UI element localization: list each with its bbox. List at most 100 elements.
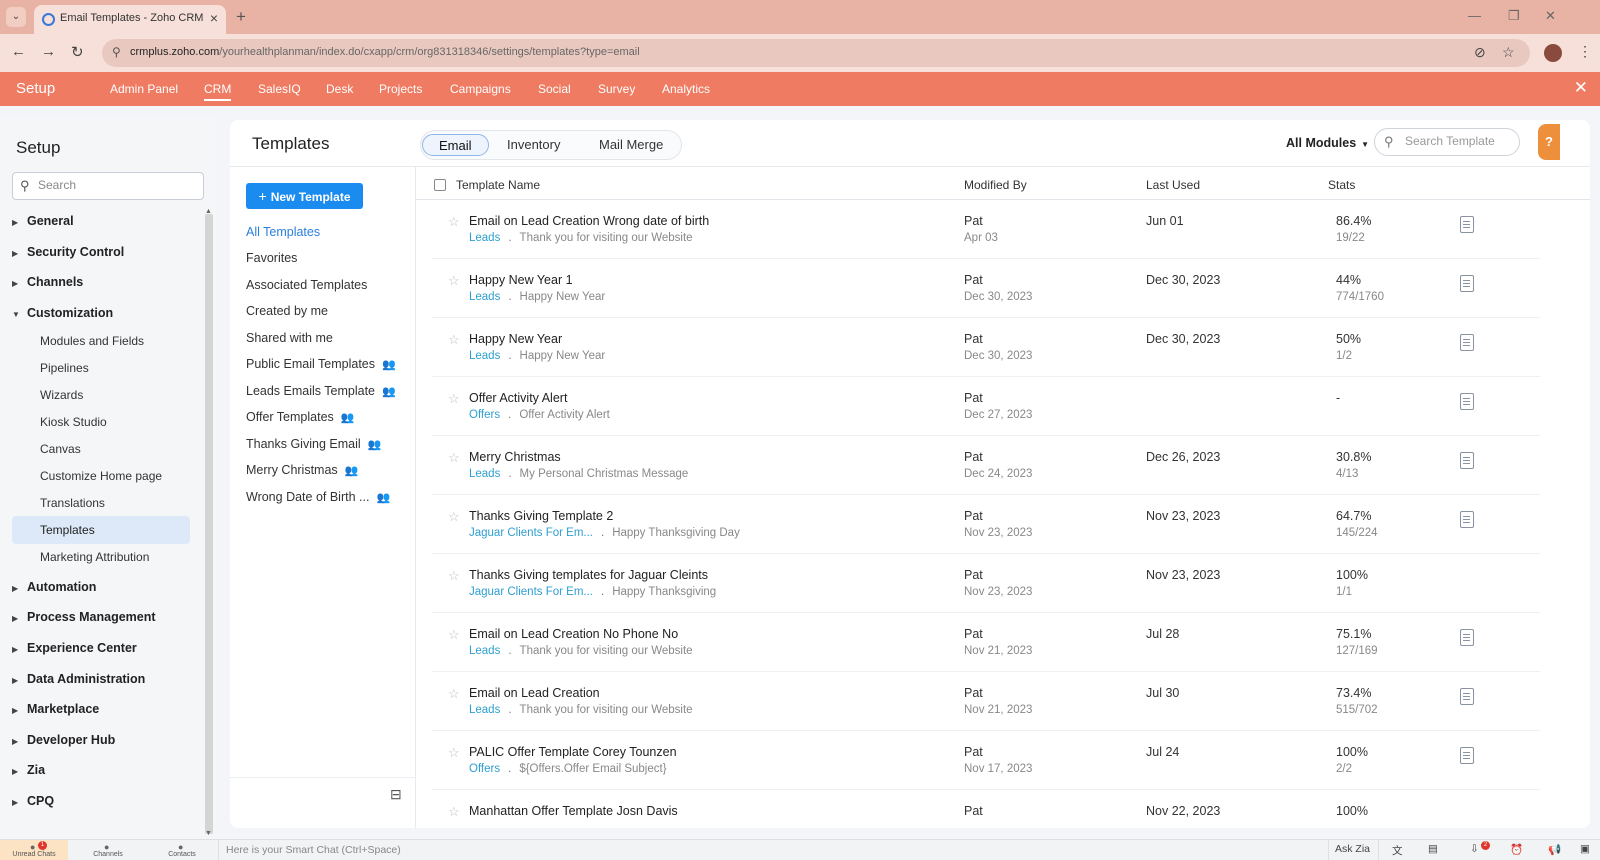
col-stats[interactable]: Stats: [1328, 178, 1355, 192]
favorite-star-icon[interactable]: ☆: [448, 745, 460, 761]
restore-icon[interactable]: ❐: [1508, 8, 1520, 24]
template-stats-report-icon[interactable]: [1460, 334, 1474, 351]
favorite-star-icon[interactable]: ☆: [448, 214, 460, 230]
nav-salesiq[interactable]: SalesIQ: [258, 82, 301, 96]
template-stats-report-icon[interactable]: [1460, 393, 1474, 410]
notes-icon[interactable]: ▤: [1428, 843, 1438, 855]
sidebar-scrollbar[interactable]: [205, 214, 213, 834]
favorite-star-icon[interactable]: ☆: [448, 686, 460, 702]
folder-associated-templates[interactable]: Associated Templates: [246, 278, 367, 292]
table-row[interactable]: ☆ Thanks Giving Template 2 Jaguar Client…: [432, 495, 1540, 554]
table-row[interactable]: ☆ Merry Christmas Leads. My Personal Chri…: [432, 436, 1540, 495]
template-stats-report-icon[interactable]: [1460, 688, 1474, 705]
table-row[interactable]: ☆ Email on Lead Creation Wrong date of b…: [432, 200, 1540, 259]
downloads-icon[interactable]: ⇩: [1470, 843, 1479, 855]
col-template-name[interactable]: Template Name: [456, 178, 540, 192]
template-name[interactable]: Email on Lead Creation: [469, 686, 600, 700]
sidebar-item-pipelines[interactable]: Pipelines: [12, 354, 190, 382]
forward-icon[interactable]: →: [41, 43, 56, 60]
close-icon[interactable]: ×: [210, 10, 218, 26]
section-channels[interactable]: ▶ Channels: [12, 275, 83, 295]
template-stats-report-icon[interactable]: [1460, 747, 1474, 764]
nav-analytics[interactable]: Analytics: [662, 82, 710, 96]
folder-offer-templates[interactable]: Offer Templates 👥: [246, 410, 354, 424]
section-experience-center[interactable]: ▶ Experience Center: [12, 641, 137, 661]
channels-button[interactable]: ● Channels: [74, 840, 142, 860]
template-stats-report-icon[interactable]: [1460, 275, 1474, 292]
section-automation[interactable]: ▶ Automation: [12, 580, 96, 600]
unread-chats-button[interactable]: ● 1 Unread Chats: [0, 840, 68, 860]
tab-mail-merge[interactable]: Mail Merge: [583, 134, 679, 156]
folder-all-templates[interactable]: All Templates: [246, 225, 320, 239]
nav-survey[interactable]: Survey: [598, 82, 635, 96]
ask-zia-button[interactable]: Ask Zia: [1335, 843, 1370, 855]
new-template-button[interactable]: + New Template: [246, 183, 363, 209]
template-name[interactable]: Offer Activity Alert: [469, 391, 567, 405]
favorite-star-icon[interactable]: ☆: [448, 804, 460, 820]
section-process-management[interactable]: ▶ Process Management: [12, 610, 156, 630]
tab-inventory[interactable]: Inventory: [491, 134, 576, 156]
favorite-star-icon[interactable]: ☆: [448, 273, 460, 289]
table-row[interactable]: ☆ Email on Lead Creation Leads. Thank you…: [432, 672, 1540, 731]
site-info-icon[interactable]: ⚲: [112, 45, 121, 59]
section-customization[interactable]: ▼ Customization: [12, 306, 113, 326]
folder-thanks-giving-email[interactable]: Thanks Giving Email 👥: [246, 437, 381, 451]
sidebar-item-kiosk-studio[interactable]: Kiosk Studio: [12, 408, 190, 436]
template-stats-report-icon[interactable]: [1460, 629, 1474, 646]
favorite-star-icon[interactable]: ☆: [448, 450, 460, 466]
nav-crm[interactable]: CRM: [204, 82, 232, 101]
section-data-administration[interactable]: ▶ Data Administration: [12, 672, 145, 692]
favorite-star-icon[interactable]: ☆: [448, 509, 460, 525]
tracking-off-icon[interactable]: ⊘: [1474, 44, 1486, 61]
setup-search-box[interactable]: ⚲: [12, 172, 204, 200]
table-row[interactable]: ☆ Email on Lead Creation No Phone No Lea…: [432, 613, 1540, 672]
table-row[interactable]: ☆ Happy New Year Leads. Happy New Year Pa…: [432, 318, 1540, 377]
section-security-control[interactable]: ▶ Security Control: [12, 245, 124, 265]
template-stats-report-icon[interactable]: [1460, 511, 1474, 528]
bookmark-star-icon[interactable]: ☆: [1502, 44, 1515, 61]
template-name[interactable]: Happy New Year 1: [469, 273, 573, 287]
setup-search-input[interactable]: [38, 178, 198, 192]
sidebar-item-modules-and-fields[interactable]: Modules and Fields: [12, 327, 190, 355]
browser-menu-icon[interactable]: ⋮: [1578, 43, 1592, 60]
sidebar-item-translations[interactable]: Translations: [12, 489, 190, 517]
nav-projects[interactable]: Projects: [379, 82, 422, 96]
section-cpq[interactable]: ▶ CPQ: [12, 794, 54, 814]
nav-admin-panel[interactable]: Admin Panel: [110, 82, 178, 96]
tab-email[interactable]: Email: [422, 134, 489, 156]
chat-icon[interactable]: ▣: [1580, 843, 1590, 855]
scroll-down-arrow[interactable]: ▼: [205, 830, 212, 837]
module-filter-dropdown[interactable]: All Modules ▼: [1286, 136, 1369, 150]
template-name[interactable]: Email on Lead Creation Wrong date of bir…: [469, 214, 709, 228]
table-row[interactable]: ☆ PALIC Offer Template Corey Tounzen Off…: [432, 731, 1540, 790]
template-name[interactable]: PALIC Offer Template Corey Tounzen: [469, 745, 677, 759]
help-tab-icon[interactable]: ?: [1538, 124, 1560, 160]
folder-public-email-templates[interactable]: Public Email Templates 👥: [246, 357, 396, 371]
new-tab-icon[interactable]: +: [236, 7, 246, 27]
announcement-icon[interactable]: 📢: [1548, 843, 1561, 856]
nav-campaigns[interactable]: Campaigns: [450, 82, 511, 96]
contacts-button[interactable]: ● Contacts: [148, 840, 216, 860]
template-stats-report-icon[interactable]: [1460, 452, 1474, 469]
smart-chat-input[interactable]: Here is your Smart Chat (Ctrl+Space): [226, 844, 401, 856]
template-name[interactable]: Merry Christmas: [469, 450, 561, 464]
favorite-star-icon[interactable]: ☆: [448, 568, 460, 584]
sidebar-item-marketing-attribution[interactable]: Marketing Attribution: [12, 543, 190, 571]
section-marketplace[interactable]: ▶ Marketplace: [12, 702, 99, 722]
minimize-icon[interactable]: —: [1468, 8, 1481, 23]
favorite-star-icon[interactable]: ☆: [448, 332, 460, 348]
template-search-box[interactable]: ⚲: [1374, 128, 1520, 156]
back-icon[interactable]: ←: [11, 43, 26, 60]
sidebar-item-templates[interactable]: Templates: [12, 516, 190, 544]
translate-icon[interactable]: 文: [1392, 843, 1403, 858]
nav-desk[interactable]: Desk: [326, 82, 353, 96]
section-zia[interactable]: ▶ Zia: [12, 763, 45, 783]
folder-wrong-date-of-birth[interactable]: Wrong Date of Birth ... 👥: [246, 490, 390, 504]
alarm-icon[interactable]: ⏰: [1510, 843, 1523, 856]
template-name[interactable]: Email on Lead Creation No Phone No: [469, 627, 678, 641]
section-general[interactable]: ▶ General: [12, 214, 74, 234]
url-omnibox[interactable]: ⚲ crmplus.zoho.com/yourhealthplanman/ind…: [102, 39, 1530, 67]
template-stats-report-icon[interactable]: [1460, 216, 1474, 233]
window-close-icon[interactable]: ✕: [1545, 8, 1556, 24]
section-developer-hub[interactable]: ▶ Developer Hub: [12, 733, 115, 753]
